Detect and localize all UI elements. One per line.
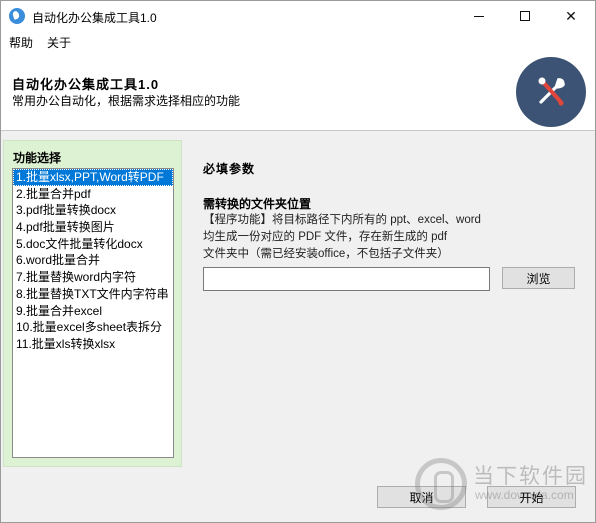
description-line: 文件夹中（需已经安装office，不包括子文件夹） xyxy=(203,248,449,260)
window-title: 自动化办公集成工具1.0 xyxy=(32,11,157,25)
function-description: 【程序功能】将目标路径下内所有的 ppt、excel、word 均生成一份对应的… xyxy=(203,212,513,263)
list-item[interactable]: 2.批量合并pdf xyxy=(13,186,173,203)
minimize-icon xyxy=(474,15,484,17)
maximize-button[interactable] xyxy=(502,1,548,31)
description-line: 均生成一份对应的 PDF 文件，存在新生成的 pdf xyxy=(203,231,448,243)
minimize-button[interactable] xyxy=(456,1,502,31)
header-title: 自动化办公集成工具1.0 xyxy=(12,77,160,92)
tools-icon xyxy=(516,57,586,127)
menu-item-about[interactable]: 关于 xyxy=(47,34,71,51)
folder-field-label: 需转换的文件夹位置 xyxy=(203,197,312,211)
list-item[interactable]: 3.pdf批量转换docx xyxy=(13,202,173,219)
close-button[interactable]: ✕ xyxy=(548,1,594,31)
list-item[interactable]: 7.批量替换word内字符 xyxy=(13,269,173,286)
app-icon xyxy=(9,8,25,24)
list-item[interactable]: 1.批量xlsx,PPT,Word转PDF xyxy=(13,169,173,186)
browse-button[interactable]: 浏览 xyxy=(502,267,575,289)
section-title: 必填参数 xyxy=(203,162,256,176)
close-icon: ✕ xyxy=(565,7,577,24)
header-banner: 自动化办公集成工具1.0 常用办公自动化，根据需求选择相应的功能 xyxy=(1,51,595,131)
folder-path-input[interactable] xyxy=(203,267,490,291)
title-bar[interactable]: 自动化办公集成工具1.0 ✕ xyxy=(1,1,595,31)
parameters-panel: 必填参数 需转换的文件夹位置 【程序功能】将目标路径下内所有的 ppt、exce… xyxy=(182,140,595,467)
start-button[interactable]: 开始 xyxy=(487,486,576,508)
list-item[interactable]: 8.批量替换TXT文件内字符串 xyxy=(13,286,173,303)
function-list[interactable]: 1.批量xlsx,PPT,Word转PDF 2.批量合并pdf 3.pdf批量转换d… xyxy=(12,168,174,458)
list-item[interactable]: 6.word批量合并 xyxy=(13,252,173,269)
list-item[interactable]: 5.doc文件批量转化docx xyxy=(13,236,173,253)
app-window: 自动化办公集成工具1.0 ✕ 帮助 关于 自动化办公集成工具1.0 常用办公自动… xyxy=(0,0,596,523)
description-line: 【程序功能】将目标路径下内所有的 ppt、excel、word xyxy=(203,214,481,226)
maximize-icon xyxy=(520,11,530,21)
list-item[interactable]: 9.批量合并excel xyxy=(13,303,173,320)
list-item[interactable]: 10.批量excel多sheet表拆分 xyxy=(13,319,173,336)
cancel-button[interactable]: 取消 xyxy=(377,486,466,508)
list-item[interactable]: 4.pdf批量转换图片 xyxy=(13,219,173,236)
list-item[interactable]: 11.批量xls转换xlsx xyxy=(13,336,173,353)
menu-bar: 帮助 关于 xyxy=(1,31,595,51)
function-panel-title: 功能选择 xyxy=(13,151,62,165)
menu-item-help[interactable]: 帮助 xyxy=(9,34,33,51)
function-panel: 功能选择 1.批量xlsx,PPT,Word转PDF 2.批量合并pdf 3.pdf… xyxy=(3,140,182,467)
header-subtitle: 常用办公自动化，根据需求选择相应的功能 xyxy=(12,94,241,108)
